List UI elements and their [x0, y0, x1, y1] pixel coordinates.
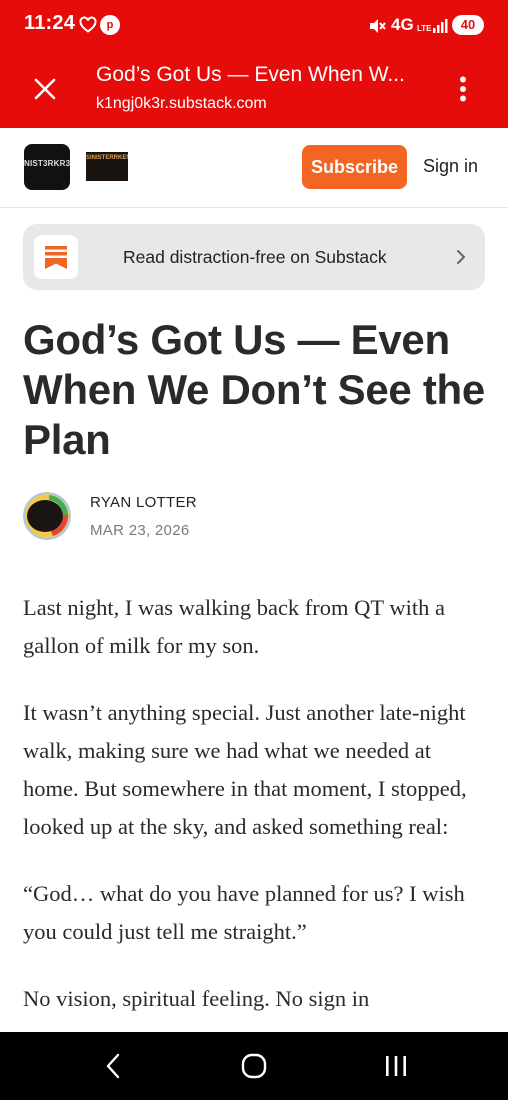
open-in-app-banner[interactable]: Read distraction-free on Substack: [23, 224, 485, 290]
mute-icon: [370, 19, 386, 33]
back-icon: [106, 1053, 120, 1079]
signal-icon: [433, 19, 448, 33]
browser-top-bar: 11:24 p 4G LTE 40 God’s Got Us — Even Wh…: [0, 0, 508, 128]
app-notification-icon: p: [100, 15, 120, 35]
author-name[interactable]: RYAN LOTTER: [90, 494, 197, 511]
article-paragraph: It wasn’t anything special. Just another…: [23, 700, 467, 839]
publication-logo-text: NIST3RKR3: [24, 159, 70, 168]
status-time: 11:24: [24, 12, 76, 34]
battery-indicator: 40: [452, 15, 484, 35]
network-type: 4G: [391, 15, 414, 34]
article-paragraph: “God… what do you have planned for us? I…: [23, 881, 465, 944]
heart-icon: [79, 16, 97, 33]
recent-apps-icon: [386, 1056, 406, 1076]
substack-logo-icon: [34, 235, 78, 279]
status-bar: 11:24 p 4G LTE 40: [0, 0, 508, 52]
close-tab-button[interactable]: [24, 68, 66, 110]
post-date: MAR 23, 2026: [90, 522, 190, 539]
article-paragraph: Last night, I was walking back from QT w…: [23, 595, 445, 658]
author-avatar[interactable]: [23, 492, 71, 540]
sign-in-link[interactable]: Sign in: [423, 156, 478, 177]
recent-apps-button[interactable]: [371, 1046, 421, 1086]
subscribe-button[interactable]: Subscribe: [302, 145, 407, 189]
chevron-right-icon: [457, 250, 465, 264]
article-body: Last night, I was walking back from QT w…: [23, 589, 489, 1032]
home-icon: [241, 1053, 267, 1079]
home-button[interactable]: [229, 1046, 279, 1086]
more-vert-icon: [460, 76, 466, 102]
article-title: God’s Got Us — Even When We Don’t See th…: [23, 316, 485, 463]
article-paragraph: No vision, spiritual feeling. No sign in: [23, 986, 370, 1011]
system-nav-bar: [0, 1032, 508, 1100]
site-header: NIST3RKR3 SINISTERRKEN Subscribe Sign in: [0, 128, 508, 208]
page-title: God’s Got Us — Even When W...: [96, 63, 405, 86]
network-subtype: LTE: [417, 24, 432, 33]
publication-wordmark[interactable]: SINISTERRKEN: [86, 152, 128, 181]
close-icon: [34, 78, 56, 100]
publication-wordmark-text: SINISTERRKEN: [86, 155, 128, 161]
more-options-button[interactable]: [446, 68, 480, 110]
publication-logo[interactable]: NIST3RKR3: [24, 144, 70, 190]
banner-text: Read distraction-free on Substack: [123, 247, 387, 267]
back-button[interactable]: [88, 1046, 138, 1086]
page-url[interactable]: k1ngj0k3r.substack.com: [96, 95, 267, 113]
